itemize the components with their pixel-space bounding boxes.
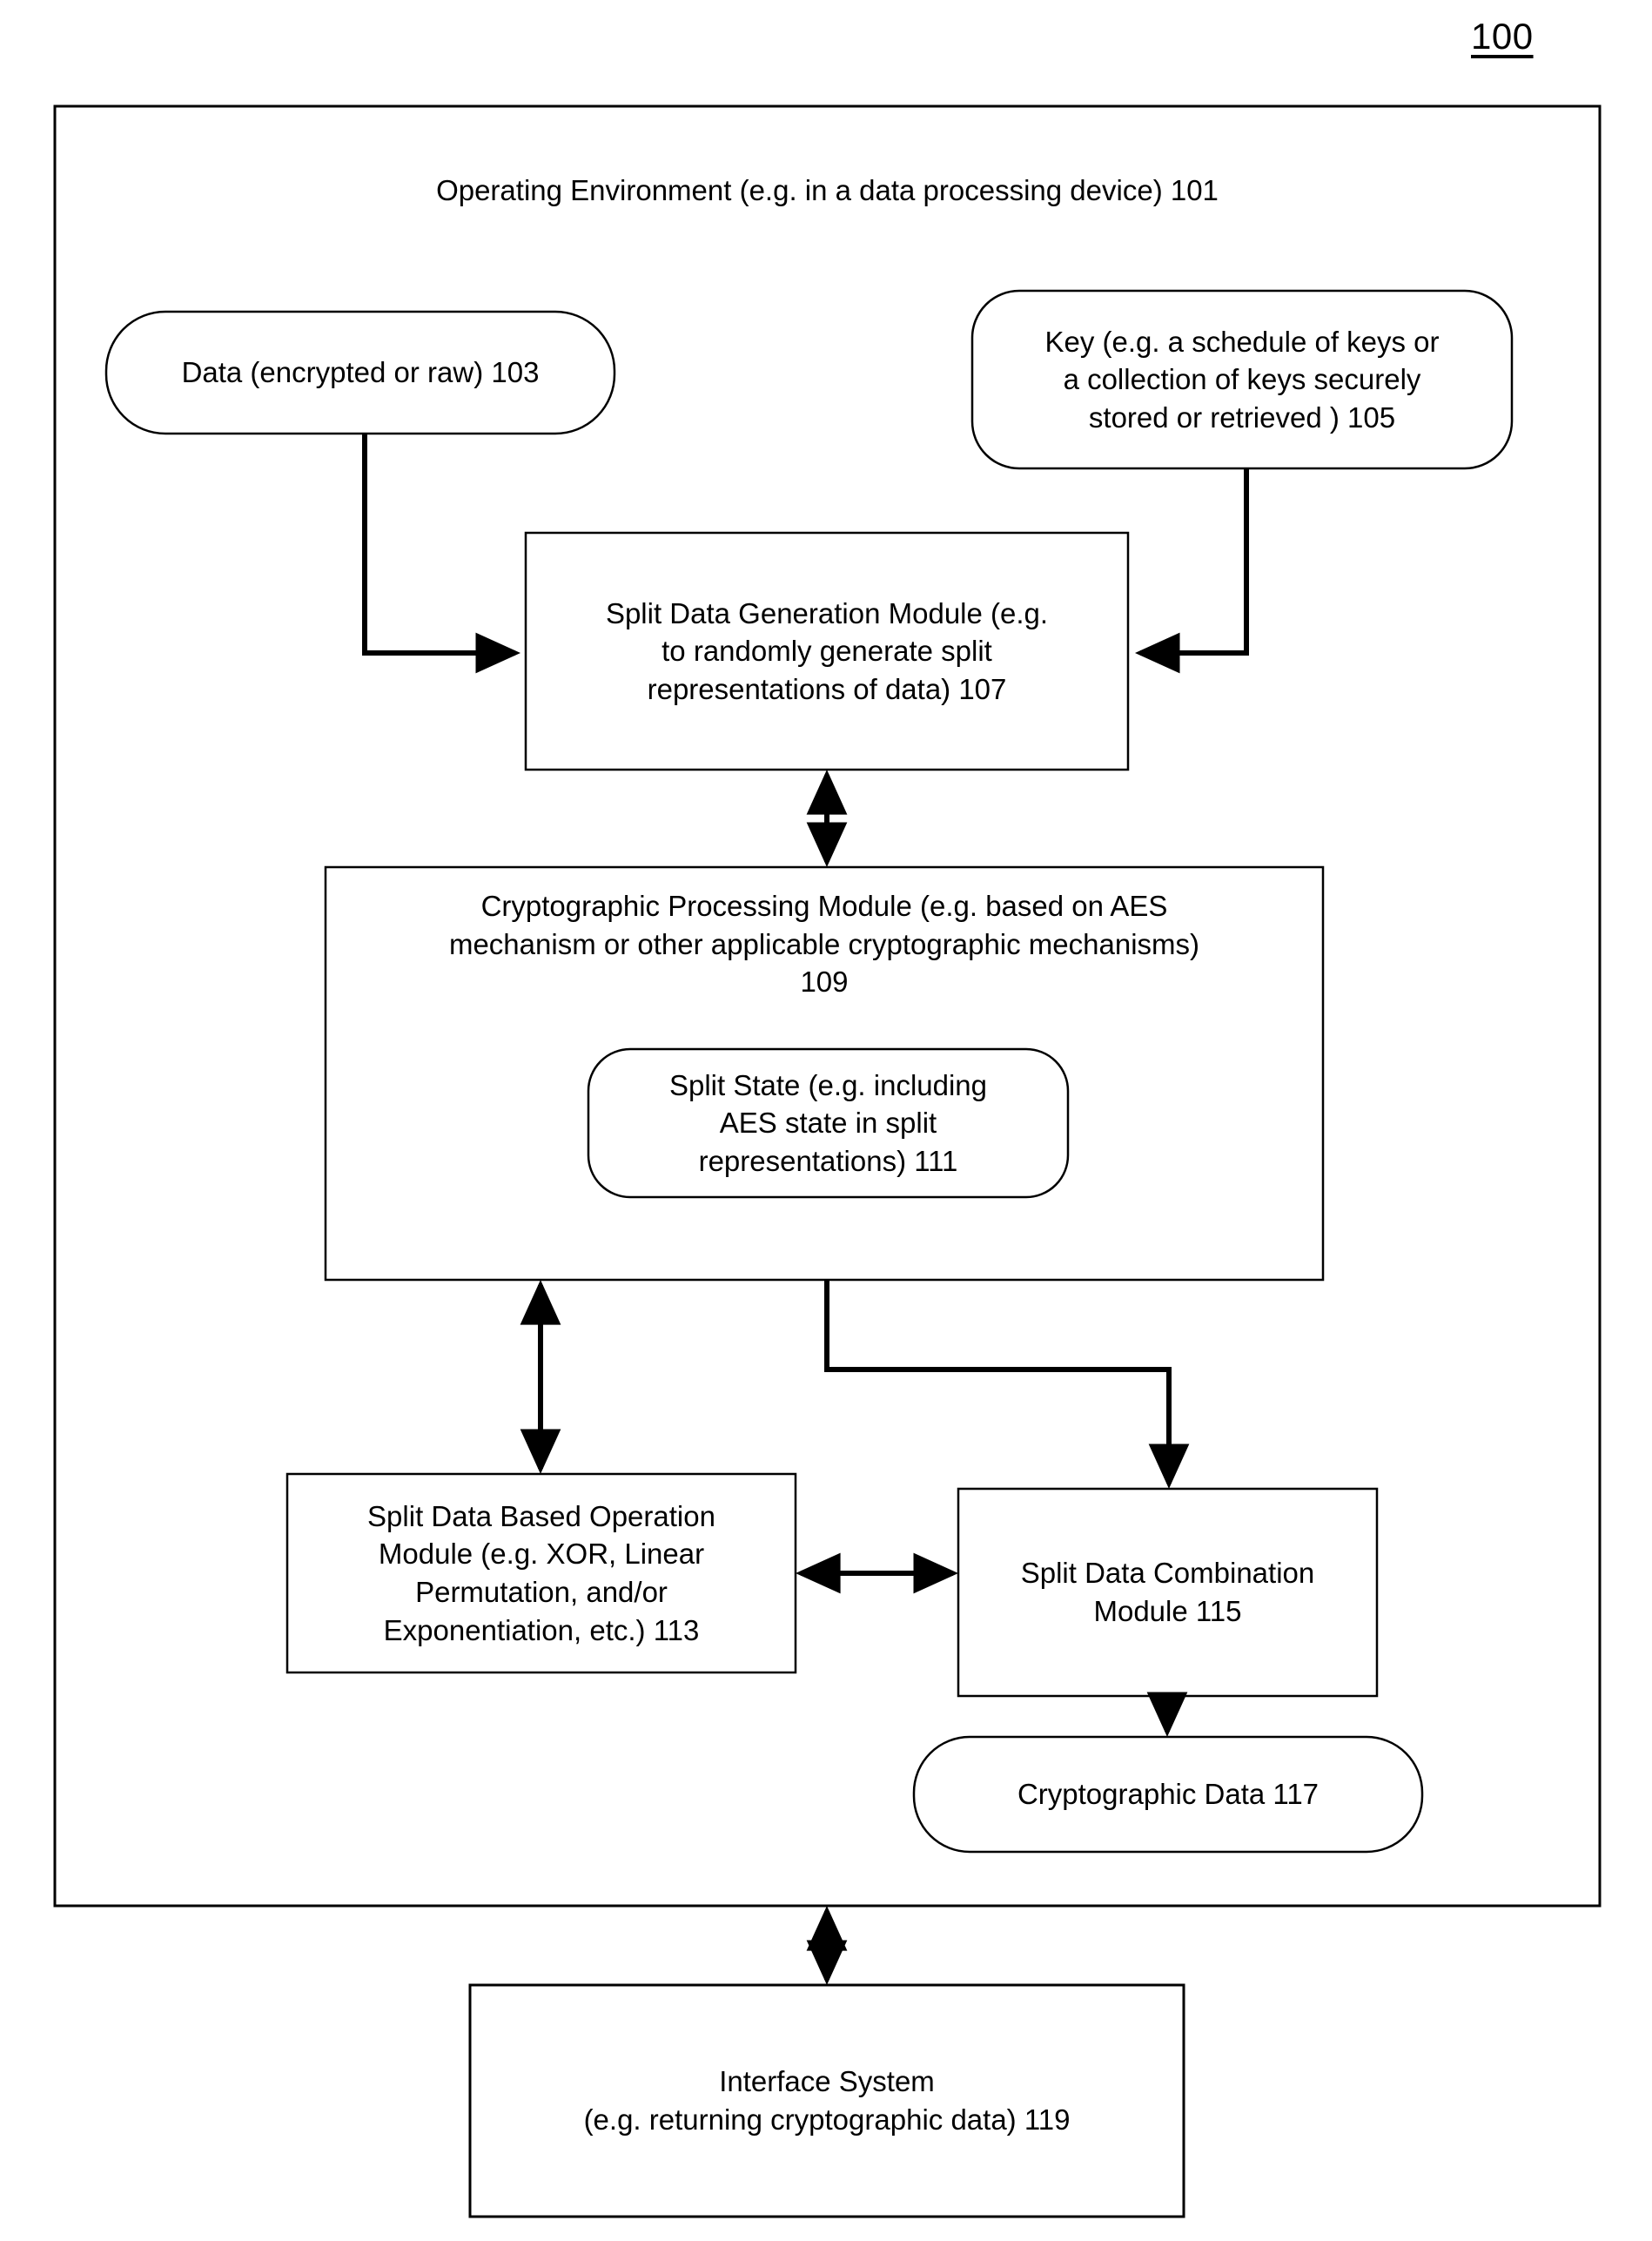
split-data-generation-box [524,531,1130,771]
interface-system-box [468,1983,1185,2218]
diagram-canvas [53,104,1602,2218]
split-data-based-operation-box [285,1472,797,1674]
patent-figure-100: 100 Operating Environment (e.g. in a dat… [0,0,1652,2241]
split-data-combination-box [957,1487,1379,1698]
operating-environment-title: Operating Environment (e.g. in a data pr… [436,174,1219,206]
split-state-box [587,1047,1070,1199]
cryptographic-data-box [912,1735,1424,1854]
key-node-box [970,289,1514,470]
data-node-box [104,310,616,435]
